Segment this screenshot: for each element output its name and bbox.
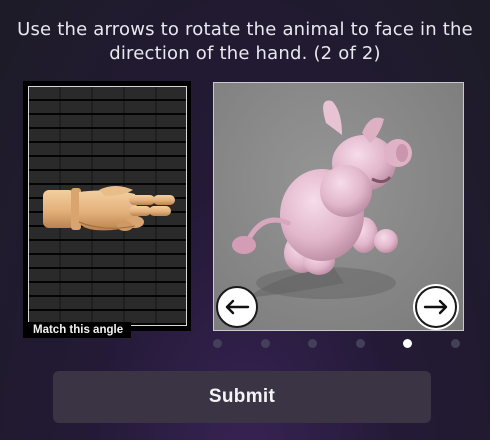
pagination-dot[interactable] xyxy=(308,339,317,348)
reference-image xyxy=(28,86,187,326)
submit-button[interactable]: Submit xyxy=(53,371,431,423)
rotate-right-button[interactable] xyxy=(415,286,457,328)
arrow-right-icon xyxy=(423,299,448,315)
instructions-line-1: Use the arrows to rotate the animal to f… xyxy=(17,19,473,40)
pointing-hand-image xyxy=(43,186,175,231)
match-angle-label: Match this angle xyxy=(23,322,132,338)
instructions-line-2: direction of the hand. (2 of 2) xyxy=(109,43,381,64)
pagination-dot[interactable] xyxy=(213,339,222,348)
pagination-dot[interactable] xyxy=(261,339,270,348)
pagination-dots xyxy=(0,339,490,349)
pagination-dot[interactable] xyxy=(356,339,365,348)
instructions: Use the arrows to rotate the animal to f… xyxy=(10,18,480,66)
reference-panel: Match this angle xyxy=(23,81,191,338)
pagination-dot-active[interactable] xyxy=(403,339,412,348)
arrow-left-icon xyxy=(225,299,250,315)
rotate-left-button[interactable] xyxy=(216,286,258,328)
pagination-dot[interactable] xyxy=(451,339,460,348)
